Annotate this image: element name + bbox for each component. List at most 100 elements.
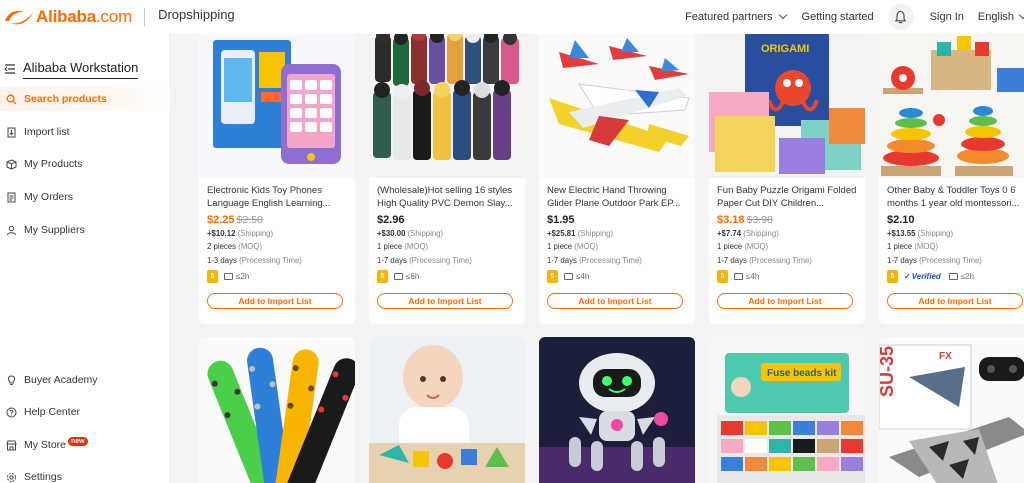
chat-icon bbox=[564, 273, 573, 281]
fuse-box-label: Fuse beads kit bbox=[767, 368, 837, 379]
workstation-title-label: Alibaba Workstation bbox=[23, 60, 139, 79]
response-time: ≤4h bbox=[576, 272, 590, 282]
top-bar: Alibaba.com Dropshipping Featured partne… bbox=[0, 0, 1024, 34]
product-image[interactable] bbox=[369, 337, 525, 483]
gold-supplier-icon: 5 bbox=[207, 270, 218, 284]
moq: 1 piece (MOQ) bbox=[887, 242, 939, 252]
chat-icon bbox=[734, 273, 743, 281]
product-card[interactable]: Fuse beads kit bbox=[709, 337, 865, 483]
original-price: $2.50 bbox=[236, 214, 263, 226]
processing-time: 1-7 days (Processing Time) bbox=[377, 255, 472, 265]
add-to-import-list-button[interactable]: Add to Import List bbox=[717, 293, 853, 309]
sidebar-item-my-store[interactable]: My Store new bbox=[0, 433, 170, 457]
sidebar-item-search-products[interactable]: Search products bbox=[0, 87, 170, 111]
product-card[interactable] bbox=[199, 337, 355, 483]
gold-supplier-icon: 5 bbox=[887, 270, 898, 284]
response-time: ≤6h bbox=[406, 272, 420, 282]
product-title[interactable]: New Electric Hand Throwing Glider Plane … bbox=[547, 184, 689, 210]
box-icon bbox=[4, 157, 18, 171]
supplier-badges: 5 ✓ Verified ≤2h bbox=[887, 270, 1024, 284]
product-card[interactable] bbox=[539, 337, 695, 483]
moq: 1 piece (MOQ) bbox=[547, 242, 599, 252]
sidebar-item-label: My Suppliers bbox=[24, 224, 85, 236]
product-image[interactable] bbox=[199, 34, 355, 178]
product-image[interactable] bbox=[539, 34, 695, 178]
workstation-title[interactable]: Alibaba Workstation bbox=[0, 52, 169, 86]
sidebar-item-import-list[interactable]: Import list bbox=[0, 120, 170, 144]
chevron-down-icon bbox=[1018, 10, 1024, 20]
chat-icon bbox=[224, 273, 233, 281]
sidebar-item-buyer-academy[interactable]: Buyer Academy bbox=[0, 368, 170, 392]
product-card[interactable] bbox=[369, 337, 525, 483]
add-to-import-list-button[interactable]: Add to Import List bbox=[377, 293, 513, 309]
sidebar-item-help-center[interactable]: Help Center bbox=[0, 400, 170, 424]
sidebar-item-my-orders[interactable]: My Orders bbox=[0, 185, 170, 209]
verified-check-icon: ✓ bbox=[904, 272, 911, 282]
shipping-cost: +$25.81 (Shipping) bbox=[547, 229, 614, 238]
sidebar: Alibaba Workstation Search products Impo… bbox=[0, 34, 170, 483]
product-card[interactable]: New Electric Hand Throwing Glider Plane … bbox=[539, 34, 695, 324]
language-label: English bbox=[977, 11, 1014, 23]
product-price: $2.10 bbox=[887, 214, 915, 226]
product-image[interactable] bbox=[539, 337, 695, 483]
original-price: $3.98 bbox=[746, 214, 773, 226]
processing-time: 1-3 days (Processing Time) bbox=[207, 255, 302, 265]
product-title[interactable]: Electronic Kids Toy Phones Language Engl… bbox=[207, 184, 349, 210]
sidebar-item-label: Buyer Academy bbox=[24, 374, 98, 386]
response-time: ≤4h bbox=[746, 272, 760, 282]
response-time: ≤2h bbox=[960, 272, 975, 282]
header-divider bbox=[144, 8, 146, 26]
gear-icon bbox=[4, 470, 18, 483]
add-to-import-list-button[interactable]: Add to Import List bbox=[547, 293, 683, 309]
sidebar-item-label: Search products bbox=[24, 93, 107, 105]
collapse-menu-icon[interactable] bbox=[4, 64, 16, 74]
product-grid: Electronic Kids Toy Phones Language Engl… bbox=[171, 34, 1024, 483]
product-card[interactable]: (Wholesale)Hot selling 16 styles High Qu… bbox=[369, 34, 525, 324]
product-image[interactable] bbox=[199, 337, 355, 483]
jet-box-label: SU-35 bbox=[879, 346, 897, 397]
product-card[interactable]: SU-35 FX bbox=[879, 337, 1024, 483]
product-card[interactable]: Electronic Kids Toy Phones Language Engl… bbox=[199, 34, 355, 324]
gold-supplier-icon: 5 bbox=[377, 270, 388, 284]
verified-badge: ✓ Verified bbox=[904, 272, 941, 282]
add-to-import-list-button[interactable]: Add to Import List bbox=[887, 293, 1023, 309]
notifications-button[interactable] bbox=[887, 4, 914, 30]
sidebar-item-my-products[interactable]: My Products bbox=[0, 152, 170, 176]
add-to-import-list-button[interactable]: Add to Import List bbox=[207, 293, 343, 309]
lightbulb-icon bbox=[4, 373, 18, 387]
product-image[interactable]: ORIGAMI bbox=[709, 34, 865, 178]
product-card[interactable]: Other Baby & Toddler Toys 0 6 months 1 y… bbox=[879, 34, 1024, 324]
alibaba-logo[interactable]: Alibaba.com bbox=[2, 0, 132, 34]
product-card[interactable]: ORIGAMI Fun Baby Puzzle Origami Folded P… bbox=[709, 34, 865, 324]
person-icon bbox=[4, 223, 18, 237]
getting-started-link[interactable]: Getting started bbox=[802, 11, 874, 23]
product-image[interactable]: SU-35 FX bbox=[879, 337, 1024, 483]
sign-in-link[interactable]: Sign In bbox=[930, 11, 964, 23]
import-icon bbox=[4, 125, 18, 139]
moq: 1 piece (MOQ) bbox=[717, 242, 769, 252]
store-icon bbox=[4, 438, 18, 452]
sidebar-item-settings[interactable]: Settings bbox=[0, 465, 170, 483]
supplier-badges: 5 ≤2h bbox=[207, 270, 349, 284]
product-title[interactable]: Fun Baby Puzzle Origami Folded Paper Cut… bbox=[717, 184, 859, 210]
search-icon bbox=[4, 92, 18, 106]
orders-icon bbox=[4, 190, 18, 204]
help-icon bbox=[4, 405, 18, 419]
product-image[interactable]: Fuse beads kit bbox=[709, 337, 865, 483]
product-title[interactable]: Other Baby & Toddler Toys 0 6 months 1 y… bbox=[887, 184, 1024, 210]
product-image[interactable] bbox=[879, 34, 1024, 178]
supplier-badges: 5 ≤6h bbox=[377, 270, 519, 284]
shipping-cost: +$30.00 (Shipping) bbox=[377, 229, 444, 238]
product-image[interactable] bbox=[369, 34, 525, 178]
logo-text: Alibaba.com bbox=[36, 7, 133, 26]
sidebar-item-label: My Orders bbox=[24, 191, 74, 203]
product-price: $2.96 bbox=[377, 214, 405, 226]
alibaba-logo-icon bbox=[5, 10, 33, 25]
featured-partners-menu[interactable]: Featured partners bbox=[685, 10, 787, 23]
product-title[interactable]: (Wholesale)Hot selling 16 styles High Qu… bbox=[377, 184, 519, 210]
bell-icon bbox=[894, 10, 907, 24]
sidebar-item-label: Settings bbox=[24, 471, 62, 483]
sidebar-item-my-suppliers[interactable]: My Suppliers bbox=[0, 218, 170, 242]
product-price: $1.95 bbox=[547, 214, 575, 226]
language-selector[interactable]: English bbox=[977, 10, 1024, 23]
